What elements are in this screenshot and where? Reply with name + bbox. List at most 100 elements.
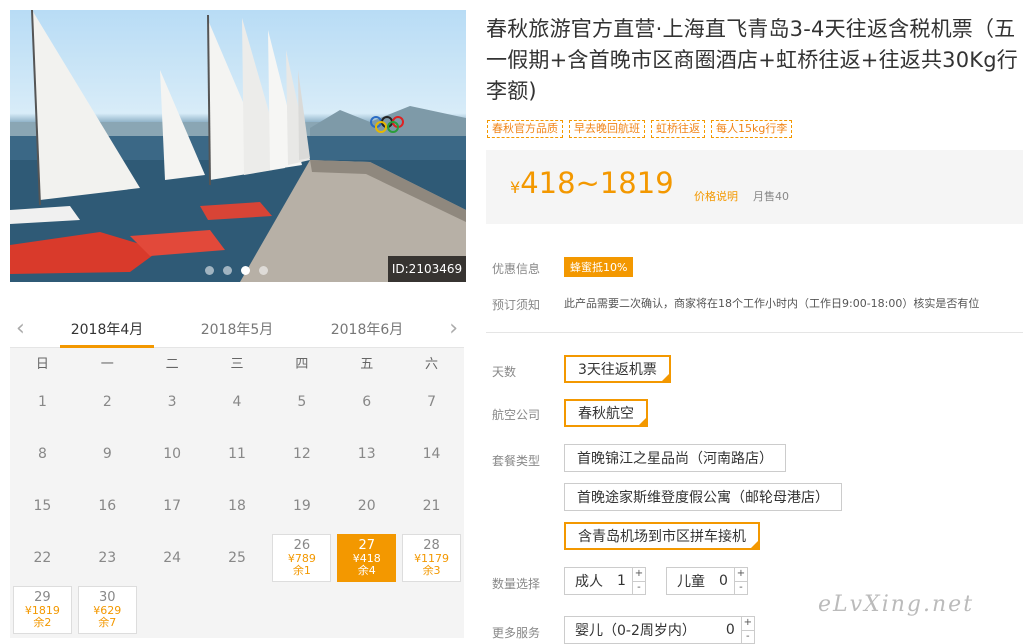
calendar-day: 17 xyxy=(140,480,205,532)
gallery-dot[interactable] xyxy=(223,266,232,275)
day-remaining: 余2 xyxy=(33,617,51,629)
calendar-week-row: 2223242526¥789余127¥418余428¥1179余3 xyxy=(10,532,464,584)
day-number: 28 xyxy=(423,539,440,553)
calendar-day: 6 xyxy=(334,376,399,428)
calendar-day: 16 xyxy=(75,480,140,532)
day-remaining: 余7 xyxy=(98,617,116,629)
gallery-dot[interactable] xyxy=(259,266,268,275)
package-label: 套餐类型 xyxy=(492,452,540,469)
calendar-day-available[interactable]: 27¥418余4 xyxy=(337,534,396,582)
price-box: ¥418~1819 价格说明 月售40 xyxy=(486,150,1023,224)
weekday-label: 二 xyxy=(140,348,205,376)
adult-qty-stepper: 成人 1 + - xyxy=(564,567,646,595)
day-number: 27 xyxy=(358,539,375,553)
monthly-sold: 月售40 xyxy=(753,188,789,204)
product-tag: 虹桥往返 xyxy=(651,120,705,138)
tab-month-2[interactable]: 2018年5月 xyxy=(190,319,284,348)
day-number: 30 xyxy=(99,591,116,605)
currency-symbol: ¥ xyxy=(510,178,520,197)
child-qty-stepper: 儿童 0 + - xyxy=(666,567,748,595)
calendar-day: 21 xyxy=(399,480,464,532)
weekday-label: 日 xyxy=(10,348,75,376)
calendar-month-nav: ‹ 2018年4月 2018年5月 2018年6月 › xyxy=(10,312,464,348)
calendar-day: 3 xyxy=(140,376,205,428)
calendar-day-available[interactable]: 30¥629余7 xyxy=(78,586,137,634)
gallery-dot[interactable] xyxy=(205,266,214,275)
calendar-day: 7 xyxy=(399,376,464,428)
weekday-label: 一 xyxy=(75,348,140,376)
weekday-label: 三 xyxy=(205,348,270,376)
child-stepper-controls: + - xyxy=(734,567,747,595)
calendar-day: 24 xyxy=(140,532,205,584)
infant-qty-stepper: 婴儿（0-2周岁内） 0 + - xyxy=(564,616,755,644)
option-package-jinjiang[interactable]: 首晚锦江之星品尚（河南路店） xyxy=(564,444,786,472)
option-package-airport-transfer[interactable]: 含青岛机场到市区拼车接机 xyxy=(564,522,760,550)
calendar-weekday-header: 日一二三四五六 xyxy=(10,348,464,376)
adult-qty-value[interactable]: 1 xyxy=(611,573,632,589)
day-remaining: 余4 xyxy=(358,565,376,577)
calendar-day: 18 xyxy=(205,480,270,532)
site-watermark: eLvXing.net xyxy=(818,592,974,617)
calendar-week-row: 891011121314 xyxy=(10,428,464,480)
calendar-week-row: 1234567 xyxy=(10,376,464,428)
calendar-day-available[interactable]: 26¥789余1 xyxy=(272,534,331,582)
calendar-grid: 日一二三四五六 12345678910111213141516171819202… xyxy=(10,348,464,638)
infant-plus-button[interactable]: + xyxy=(742,616,754,630)
more-services-label: 更多服务 xyxy=(492,624,540,641)
calendar-day: 19 xyxy=(269,480,334,532)
product-photo[interactable]: ID:2103469 xyxy=(10,10,466,282)
qty-label: 数量选择 xyxy=(492,575,540,592)
calendar-body: 1234567891011121314151617181920212223242… xyxy=(10,376,464,636)
gallery-dots xyxy=(205,266,268,275)
calendar-day: 15 xyxy=(10,480,75,532)
child-plus-button[interactable]: + xyxy=(735,567,747,581)
divider xyxy=(486,332,1023,333)
option-package-tujia[interactable]: 首晚途家斯维登度假公寓（邮轮母港店） xyxy=(564,483,842,511)
tab-month-1[interactable]: 2018年4月 xyxy=(60,319,154,348)
option-days-3[interactable]: 3天往返机票 xyxy=(564,355,671,383)
calendar-day: 2 xyxy=(75,376,140,428)
child-minus-button[interactable]: - xyxy=(735,581,747,596)
next-month-icon[interactable]: › xyxy=(449,316,458,341)
calendar-day: 22 xyxy=(10,532,75,584)
infant-minus-button[interactable]: - xyxy=(742,630,754,644)
calendar-day: 4 xyxy=(205,376,270,428)
calendar-day: 20 xyxy=(334,480,399,532)
days-label: 天数 xyxy=(492,363,516,380)
calendar-day: 11 xyxy=(205,428,270,480)
product-tag: 每人15kg行李 xyxy=(711,120,792,138)
calendar-day: 8 xyxy=(10,428,75,480)
adult-minus-button[interactable]: - xyxy=(633,581,645,596)
infant-qty-value[interactable]: 0 xyxy=(704,622,741,638)
price-explain-link[interactable]: 价格说明 xyxy=(694,188,738,204)
day-remaining: 余1 xyxy=(293,565,311,577)
notice-label: 预订须知 xyxy=(492,296,540,313)
gallery-dot[interactable] xyxy=(241,266,250,275)
infant-label: 婴儿（0-2周岁内） xyxy=(565,620,704,640)
day-remaining: 余3 xyxy=(423,565,441,577)
option-airline-spring[interactable]: 春秋航空 xyxy=(564,399,648,427)
product-tags: 春秋官方品质早去晚回航班虹桥往返每人15kg行李 xyxy=(487,120,792,138)
price-range: ¥418~1819 xyxy=(510,166,674,200)
calendar-week-row: 15161718192021 xyxy=(10,480,464,532)
calendar-day: 12 xyxy=(269,428,334,480)
calendar-day: 1 xyxy=(10,376,75,428)
airline-label: 航空公司 xyxy=(492,406,540,423)
adult-plus-button[interactable]: + xyxy=(633,567,645,581)
calendar-day-available[interactable]: 28¥1179余3 xyxy=(402,534,461,582)
calendar-day: 23 xyxy=(75,532,140,584)
child-qty-value[interactable]: 0 xyxy=(713,573,734,589)
product-title: 春秋旅游官方直营·上海直飞青岛3-4天往返含税机票（五一假期+含首晚市区商圈酒店… xyxy=(486,14,1021,107)
calendar-week-row: 29¥1819余230¥629余7 xyxy=(10,584,464,636)
promo-badge: 蜂蜜抵10% xyxy=(564,257,633,277)
price-value: 418~1819 xyxy=(520,166,673,200)
calendar-day: 13 xyxy=(334,428,399,480)
calendar-day-available[interactable]: 29¥1819余2 xyxy=(13,586,72,634)
weekday-label: 五 xyxy=(334,348,399,376)
prev-month-icon[interactable]: ‹ xyxy=(16,316,25,341)
product-tag: 春秋官方品质 xyxy=(487,120,563,138)
child-label: 儿童 xyxy=(667,571,713,591)
adult-stepper-controls: + - xyxy=(632,567,645,595)
tab-month-3[interactable]: 2018年6月 xyxy=(320,319,414,348)
infant-stepper-controls: + - xyxy=(741,616,754,644)
